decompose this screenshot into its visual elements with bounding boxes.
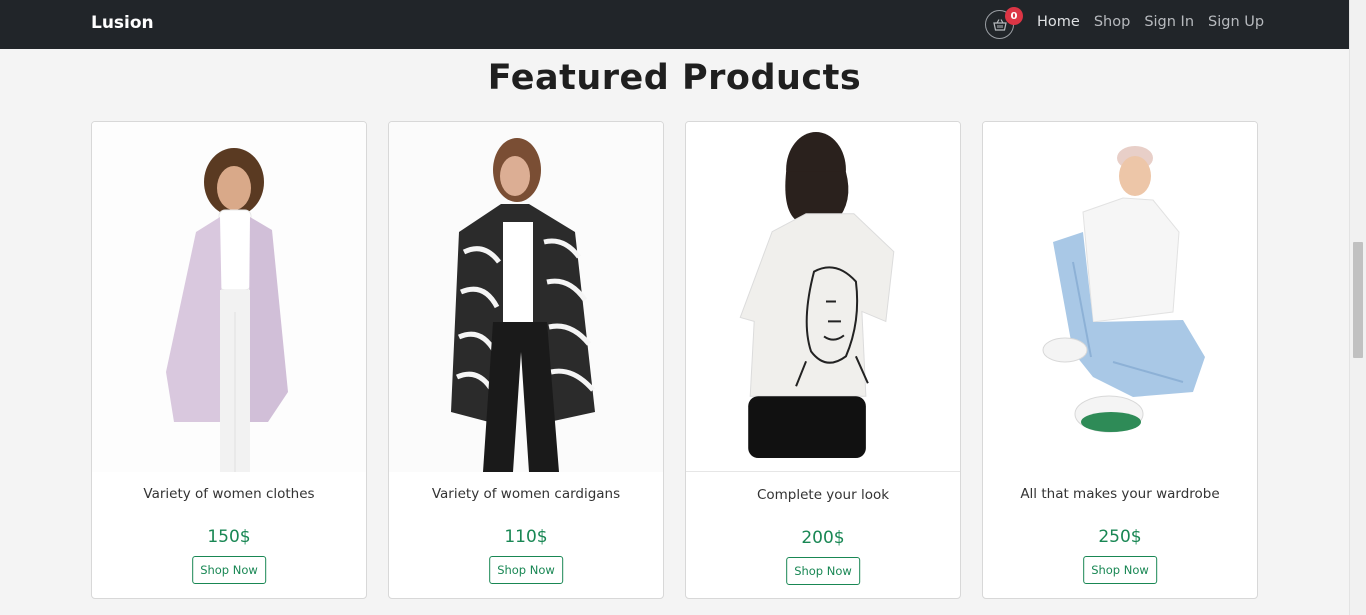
nav-link-sign-in[interactable]: Sign In: [1144, 14, 1194, 30]
nav-link-sign-up[interactable]: Sign Up: [1208, 14, 1264, 30]
product-card: Variety of women clothes 150$ Shop Now: [91, 121, 367, 599]
product-card: All that makes your wardrobe 250$ Shop N…: [982, 121, 1258, 599]
product-price: 200$: [801, 528, 845, 548]
featured-products-title: Featured Products: [487, 58, 862, 98]
product-card: Complete your look 200$ Shop Now: [685, 121, 961, 599]
product-description: Variety of women cardigans: [431, 486, 621, 502]
shop-now-button[interactable]: Shop Now: [786, 557, 860, 585]
product-price: 150$: [207, 527, 251, 547]
scrollbar-thumb[interactable]: [1353, 242, 1363, 358]
product-image: [686, 122, 960, 472]
product-image: [389, 122, 663, 472]
brand-logo[interactable]: Lusion: [91, 13, 154, 33]
shop-now-button[interactable]: Shop Now: [192, 556, 266, 584]
shop-now-button[interactable]: Shop Now: [1083, 556, 1157, 584]
nav-link-home[interactable]: Home: [1037, 14, 1080, 30]
top-navbar: Lusion 0 Home Shop Sign In Sign Up: [0, 0, 1349, 49]
cart-button[interactable]: 0: [985, 7, 1023, 39]
product-description: Complete your look: [756, 487, 890, 503]
product-description: All that makes your wardrobe: [1020, 486, 1220, 502]
nav-link-shop[interactable]: Shop: [1094, 14, 1130, 30]
nav-links: Home Shop Sign In Sign Up: [1037, 14, 1264, 30]
product-card: Variety of women cardigans 110$ Shop Now: [388, 121, 664, 599]
product-price: 110$: [504, 527, 548, 547]
product-price: 250$: [1098, 527, 1142, 547]
cart-count-badge: 0: [1005, 7, 1023, 25]
product-image: [92, 122, 366, 472]
shop-now-button[interactable]: Shop Now: [489, 556, 563, 584]
page-scrollbar[interactable]: [1349, 0, 1366, 615]
product-description: Variety of women clothes: [143, 486, 315, 502]
product-image: [983, 122, 1257, 472]
